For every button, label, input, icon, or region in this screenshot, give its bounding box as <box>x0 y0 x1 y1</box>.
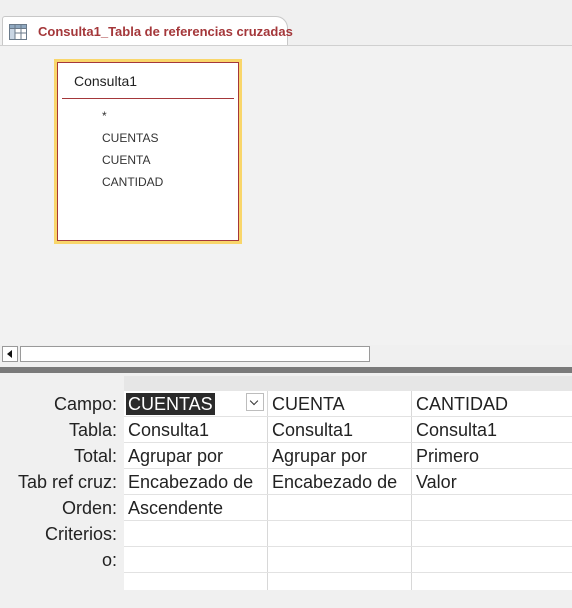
query-design-pane[interactable]: Consulta1 * CUENTAS CUENTA CANTIDAD <box>0 45 572 346</box>
row-label-o: o: <box>101 550 117 570</box>
column-selector-bar[interactable] <box>124 376 572 392</box>
row-label-criterios: Criterios: <box>44 524 117 544</box>
row-label-total: Total: <box>73 446 117 466</box>
field-list-title[interactable]: Consulta1 <box>74 73 137 89</box>
orden-cell-col1[interactable]: Ascendente <box>128 497 223 519</box>
row-label-tabla: Tabla: <box>68 420 117 440</box>
campo-cell-col1[interactable]: CUENTAS <box>126 393 215 415</box>
tab-ref-cruz-cell-col3[interactable]: Valor <box>416 471 457 493</box>
document-tab-strip: Consulta1_Tabla de referencias cruzadas <box>0 0 572 46</box>
row-label-tab-ref-cruz: Tab ref cruz: <box>17 472 117 492</box>
field-item-cuentas[interactable]: CUENTAS <box>102 131 158 145</box>
table-field-list[interactable]: Consulta1 * CUENTAS CUENTA CANTIDAD <box>54 59 242 244</box>
total-cell-col3[interactable]: Primero <box>416 445 479 467</box>
crosstab-query-icon <box>9 24 27 40</box>
scroll-thumb[interactable] <box>20 346 370 362</box>
tabla-cell-col2[interactable]: Consulta1 <box>272 419 353 441</box>
grid-cells: CUENTAS Consulta1 Agrupar por Encabezado… <box>124 391 572 590</box>
scroll-left-button[interactable] <box>2 346 18 362</box>
campo-cell-col2[interactable]: CUENTA <box>272 393 345 415</box>
tab-ref-cruz-cell-col1[interactable]: Encabezado de <box>128 471 253 493</box>
tab-ref-cruz-cell-col2[interactable]: Encabezado de <box>272 471 397 493</box>
row-label-campo: Campo: <box>53 394 117 414</box>
horizontal-scrollbar[interactable] <box>0 345 572 365</box>
row-label-orden: Orden: <box>61 498 117 518</box>
field-item-cuenta[interactable]: CUENTA <box>102 153 150 167</box>
field-item-all[interactable]: * <box>102 109 107 123</box>
field-list-divider <box>62 98 234 99</box>
query-document-tab[interactable]: Consulta1_Tabla de referencias cruzadas <box>2 16 293 46</box>
field-item-cantidad[interactable]: CANTIDAD <box>102 175 163 189</box>
total-cell-col2[interactable]: Agrupar por <box>272 445 367 467</box>
tab-title: Consulta1_Tabla de referencias cruzadas <box>38 24 293 39</box>
campo-cell-col3[interactable]: CANTIDAD <box>416 393 508 415</box>
tabla-cell-col3[interactable]: Consulta1 <box>416 419 497 441</box>
query-design-grid: Campo: Tabla: Total: Tab ref cruz: Orden… <box>0 373 572 590</box>
field-dropdown-button[interactable] <box>246 393 264 411</box>
total-cell-col1[interactable]: Agrupar por <box>128 445 223 467</box>
tabla-cell-col1[interactable]: Consulta1 <box>128 419 209 441</box>
